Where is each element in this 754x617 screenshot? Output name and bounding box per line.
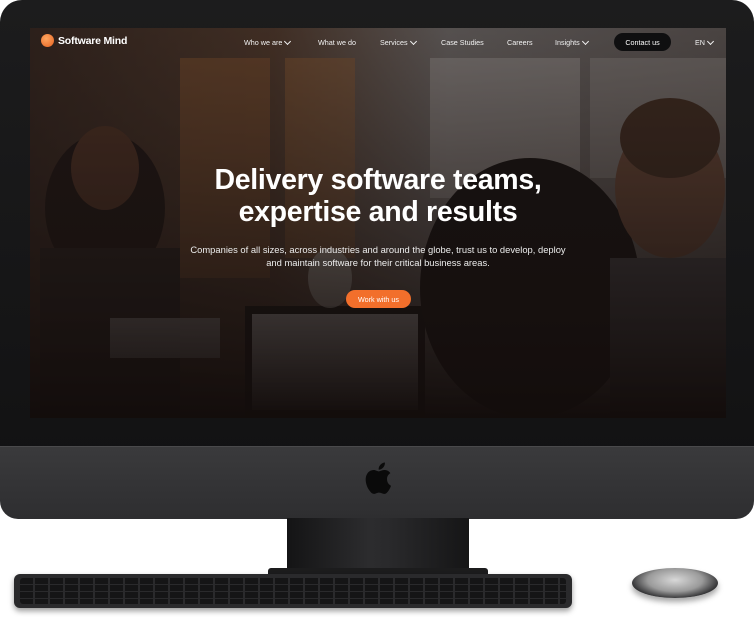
keyboard-row-divider: [20, 598, 566, 599]
nav-item-what-we-do[interactable]: What we do: [318, 38, 356, 47]
magic-mouse: [632, 568, 718, 598]
keyboard-row-divider: [20, 591, 566, 592]
nav-item-label: Insights: [555, 38, 580, 47]
hero-title: Delivery software teams, expertise and r…: [30, 164, 726, 228]
hero-subtitle-line: Companies of all sizes, across industrie…: [190, 244, 566, 255]
language-label: EN: [695, 38, 705, 47]
nav-item-label: Who we are: [244, 38, 283, 47]
brand-logo[interactable]: Software Mind: [41, 34, 127, 47]
chevron-down-icon: [706, 37, 715, 45]
hero-title-line: Delivery software teams,: [214, 164, 542, 196]
nav-item-who-we-are[interactable]: Who we are: [244, 37, 292, 47]
keyboard-row-divider: [20, 584, 566, 585]
top-navigation: Software Mind Who we are What we do Serv…: [30, 28, 726, 56]
brand-name: Software Mind: [58, 34, 128, 47]
work-with-us-button[interactable]: Work with us: [346, 290, 411, 308]
apple-logo-icon: [365, 462, 391, 494]
nav-item-insights[interactable]: Insights: [555, 37, 589, 47]
chevron-down-icon: [409, 37, 417, 45]
hero-title-line: expertise and results: [238, 196, 518, 228]
keyboard: [14, 574, 572, 608]
software-mind-logo-icon: [41, 34, 54, 47]
nav-item-case-studies[interactable]: Case Studies: [441, 38, 484, 47]
chevron-down-icon: [581, 37, 589, 45]
hero-subtitle-line: and maintain software for their critical…: [266, 257, 490, 268]
nav-item-label: Services: [380, 38, 408, 47]
nav-item-services[interactable]: Services: [380, 37, 417, 47]
language-selector[interactable]: EN: [695, 37, 715, 47]
nav-item-label: What we do: [318, 38, 356, 47]
contact-us-button[interactable]: Contact us: [614, 33, 671, 51]
hero-subtitle: Companies of all sizes, across industrie…: [190, 243, 566, 269]
chevron-down-icon: [284, 37, 292, 45]
website-screen: Software Mind Who we are What we do Serv…: [30, 28, 726, 418]
nav-item-label: Careers: [507, 38, 533, 47]
nav-item-label: Case Studies: [441, 38, 484, 47]
nav-item-careers[interactable]: Careers: [507, 38, 533, 47]
